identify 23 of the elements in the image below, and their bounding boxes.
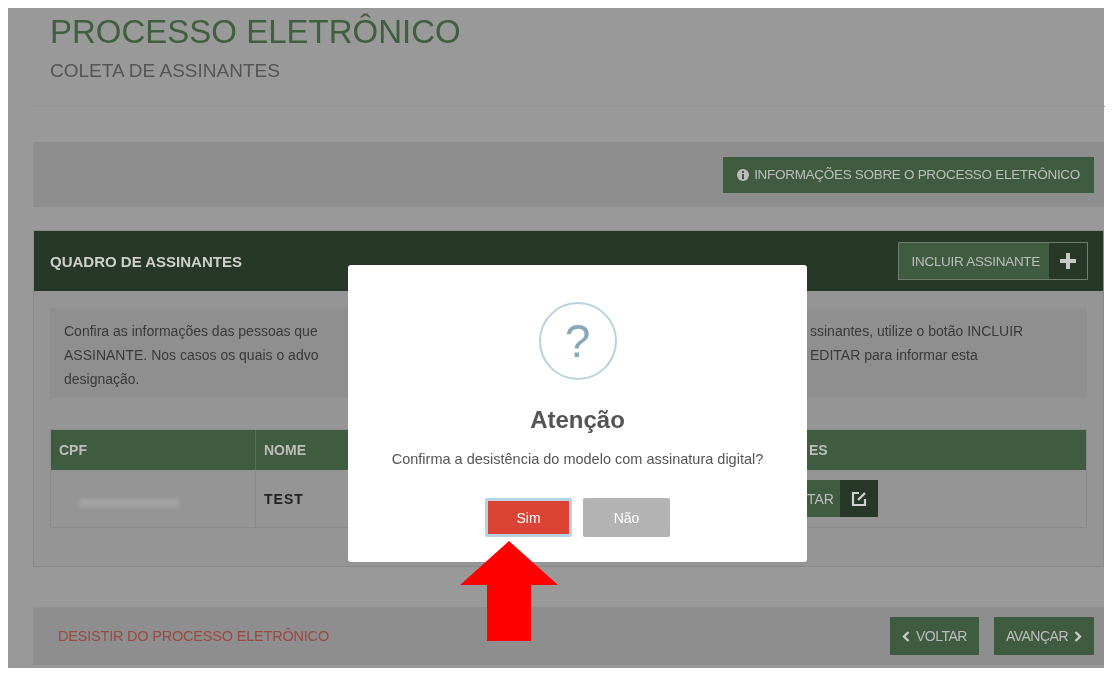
- plus-icon: [1060, 253, 1076, 269]
- chevron-right-icon: [1074, 630, 1082, 642]
- notice-text: ssinantes, utilize o botão INCLUIR: [810, 322, 1025, 341]
- next-button[interactable]: AVANÇAR: [993, 617, 1094, 655]
- panel-title: QUADRO DE ASSINANTES: [50, 252, 242, 270]
- question-icon: ?: [538, 302, 617, 380]
- back-button[interactable]: VOLTAR: [889, 617, 979, 655]
- page-title: PROCESSO ELETRÔNICO: [50, 12, 462, 52]
- edit-button[interactable]: TAR: [805, 480, 878, 517]
- add-signer-button[interactable]: INCLUIR ASSINANTE: [897, 242, 1088, 280]
- column-header: CPF: [51, 430, 256, 470]
- chevron-left-icon: [901, 630, 910, 642]
- cancel-button[interactable]: Não: [583, 498, 670, 537]
- info-button[interactable]: INFORMAÇÕES SOBRE O PROCESSO ELETRÔNICO: [723, 156, 1094, 193]
- confirm-button[interactable]: Sim: [485, 498, 572, 537]
- column-header: ES: [808, 441, 829, 460]
- notice-text: ASSINANTE. Nos casos os quais o advo: [64, 346, 320, 365]
- notice-text: designação.: [64, 370, 141, 389]
- edit-icon: [849, 489, 868, 508]
- notice-text: EDITAR para informar esta: [810, 346, 979, 365]
- page-subtitle: COLETA DE ASSINANTES: [50, 60, 281, 82]
- info-icon: [737, 168, 750, 181]
- notice-text: Confira as informações das pessoas que: [64, 322, 319, 341]
